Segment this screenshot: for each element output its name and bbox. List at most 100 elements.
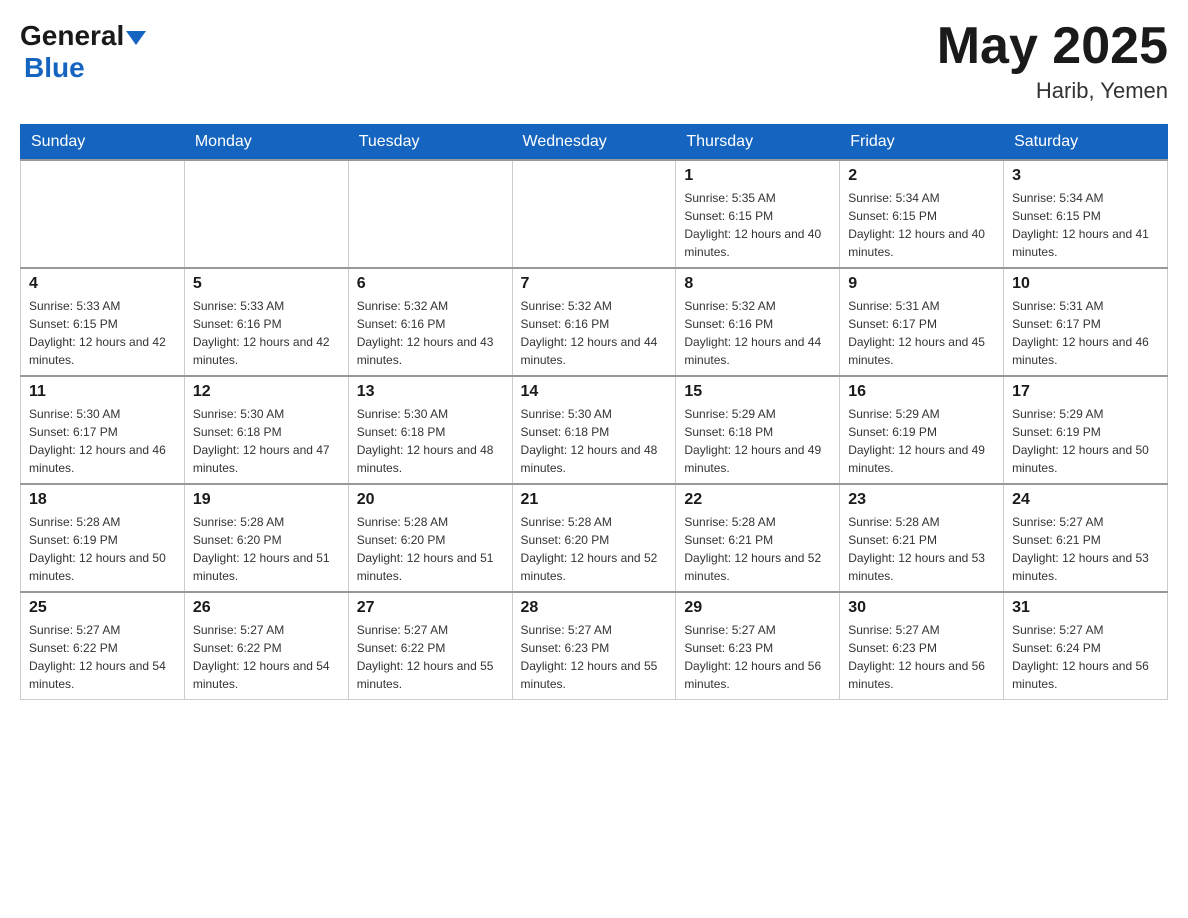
day-info: Sunrise: 5:33 AMSunset: 6:16 PMDaylight:… <box>193 297 340 369</box>
day-info: Sunrise: 5:31 AMSunset: 6:17 PMDaylight:… <box>1012 297 1159 369</box>
day-number: 21 <box>521 491 668 509</box>
calendar-cell: 10 Sunrise: 5:31 AMSunset: 6:17 PMDayligh… <box>1004 268 1168 376</box>
day-info: Sunrise: 5:34 AMSunset: 6:15 PMDaylight:… <box>1012 189 1159 261</box>
day-number: 9 <box>848 275 995 293</box>
day-number: 7 <box>521 275 668 293</box>
calendar-cell: 31 Sunrise: 5:27 AMSunset: 6:24 PMDayligh… <box>1004 592 1168 700</box>
day-of-week-header: Saturday <box>1004 125 1168 161</box>
day-number: 18 <box>29 491 176 509</box>
calendar-cell: 22 Sunrise: 5:28 AMSunset: 6:21 PMDayligh… <box>676 484 840 592</box>
month-title: May 2025 <box>937 20 1168 72</box>
calendar-cell: 20Sunrise: 5:28 AMSunset: 6:20 PMDayligh… <box>348 484 512 592</box>
calendar-cell: 5 Sunrise: 5:33 AMSunset: 6:16 PMDaylight… <box>184 268 348 376</box>
day-of-week-header: Sunday <box>21 125 185 161</box>
logo-arrow-icon <box>126 31 146 45</box>
day-number: 28 <box>521 599 668 617</box>
calendar-cell: 18 Sunrise: 5:28 AMSunset: 6:19 PMDayligh… <box>21 484 185 592</box>
day-number: 16 <box>848 383 995 401</box>
calendar-cell: 1 Sunrise: 5:35 AMSunset: 6:15 PMDaylight… <box>676 160 840 268</box>
day-number: 22 <box>684 491 831 509</box>
calendar-cell: 9 Sunrise: 5:31 AMSunset: 6:17 PMDaylight… <box>840 268 1004 376</box>
calendar-cell: 28 Sunrise: 5:27 AMSunset: 6:23 PMDayligh… <box>512 592 676 700</box>
calendar-cell: 14 Sunrise: 5:30 AMSunset: 6:18 PMDayligh… <box>512 376 676 484</box>
day-info: Sunrise: 5:30 AMSunset: 6:18 PMDaylight:… <box>357 405 504 477</box>
calendar-cell: 17 Sunrise: 5:29 AMSunset: 6:19 PMDayligh… <box>1004 376 1168 484</box>
day-info: Sunrise: 5:27 AMSunset: 6:23 PMDaylight:… <box>848 621 995 693</box>
calendar-cell: 30Sunrise: 5:27 AMSunset: 6:23 PMDayligh… <box>840 592 1004 700</box>
day-info: Sunrise: 5:27 AMSunset: 6:22 PMDaylight:… <box>29 621 176 693</box>
day-info: Sunrise: 5:27 AMSunset: 6:21 PMDaylight:… <box>1012 513 1159 585</box>
calendar-cell: 6 Sunrise: 5:32 AMSunset: 6:16 PMDaylight… <box>348 268 512 376</box>
day-number: 5 <box>193 275 340 293</box>
calendar-cell: 7 Sunrise: 5:32 AMSunset: 6:16 PMDaylight… <box>512 268 676 376</box>
day-number: 1 <box>684 167 831 185</box>
day-info: Sunrise: 5:28 AMSunset: 6:21 PMDaylight:… <box>684 513 831 585</box>
calendar-cell: 12Sunrise: 5:30 AMSunset: 6:18 PMDayligh… <box>184 376 348 484</box>
day-of-week-header: Tuesday <box>348 125 512 161</box>
day-number: 2 <box>848 167 995 185</box>
day-number: 19 <box>193 491 340 509</box>
day-number: 10 <box>1012 275 1159 293</box>
day-info: Sunrise: 5:27 AMSunset: 6:22 PMDaylight:… <box>357 621 504 693</box>
day-number: 8 <box>684 275 831 293</box>
day-info: Sunrise: 5:32 AMSunset: 6:16 PMDaylight:… <box>357 297 504 369</box>
calendar-cell <box>184 160 348 268</box>
day-number: 13 <box>357 383 504 401</box>
day-info: Sunrise: 5:28 AMSunset: 6:20 PMDaylight:… <box>193 513 340 585</box>
day-number: 11 <box>29 383 176 401</box>
calendar-cell: 19 Sunrise: 5:28 AMSunset: 6:20 PMDayligh… <box>184 484 348 592</box>
calendar-cell: 23Sunrise: 5:28 AMSunset: 6:21 PMDayligh… <box>840 484 1004 592</box>
calendar-cell: 3 Sunrise: 5:34 AMSunset: 6:15 PMDaylight… <box>1004 160 1168 268</box>
calendar-cell: 25Sunrise: 5:27 AMSunset: 6:22 PMDayligh… <box>21 592 185 700</box>
calendar-header-row: SundayMondayTuesdayWednesdayThursdayFrid… <box>21 125 1168 161</box>
day-number: 26 <box>193 599 340 617</box>
title-block: May 2025 Harib, Yemen <box>937 20 1168 104</box>
day-number: 17 <box>1012 383 1159 401</box>
day-info: Sunrise: 5:31 AMSunset: 6:17 PMDaylight:… <box>848 297 995 369</box>
calendar-cell: 21 Sunrise: 5:28 AMSunset: 6:20 PMDayligh… <box>512 484 676 592</box>
day-number: 15 <box>684 383 831 401</box>
calendar-cell <box>21 160 185 268</box>
calendar-cell: 2 Sunrise: 5:34 AMSunset: 6:15 PMDaylight… <box>840 160 1004 268</box>
logo: General Blue <box>20 20 146 84</box>
day-info: Sunrise: 5:30 AMSunset: 6:17 PMDaylight:… <box>29 405 176 477</box>
week-row: 25Sunrise: 5:27 AMSunset: 6:22 PMDayligh… <box>21 592 1168 700</box>
week-row: 1 Sunrise: 5:35 AMSunset: 6:15 PMDaylight… <box>21 160 1168 268</box>
day-number: 24 <box>1012 491 1159 509</box>
day-info: Sunrise: 5:28 AMSunset: 6:19 PMDaylight:… <box>29 513 176 585</box>
calendar-cell: 16Sunrise: 5:29 AMSunset: 6:19 PMDayligh… <box>840 376 1004 484</box>
day-info: Sunrise: 5:30 AMSunset: 6:18 PMDaylight:… <box>193 405 340 477</box>
week-row: 11 Sunrise: 5:30 AMSunset: 6:17 PMDayligh… <box>21 376 1168 484</box>
day-number: 14 <box>521 383 668 401</box>
day-info: Sunrise: 5:27 AMSunset: 6:24 PMDaylight:… <box>1012 621 1159 693</box>
calendar-cell: 13 Sunrise: 5:30 AMSunset: 6:18 PMDayligh… <box>348 376 512 484</box>
day-of-week-header: Wednesday <box>512 125 676 161</box>
logo-general-text: General <box>20 20 124 51</box>
calendar-cell: 24 Sunrise: 5:27 AMSunset: 6:21 PMDayligh… <box>1004 484 1168 592</box>
day-info: Sunrise: 5:30 AMSunset: 6:18 PMDaylight:… <box>521 405 668 477</box>
day-number: 4 <box>29 275 176 293</box>
day-info: Sunrise: 5:29 AMSunset: 6:19 PMDaylight:… <box>1012 405 1159 477</box>
day-number: 27 <box>357 599 504 617</box>
day-of-week-header: Friday <box>840 125 1004 161</box>
day-of-week-header: Monday <box>184 125 348 161</box>
day-info: Sunrise: 5:35 AMSunset: 6:15 PMDaylight:… <box>684 189 831 261</box>
day-info: Sunrise: 5:34 AMSunset: 6:15 PMDaylight:… <box>848 189 995 261</box>
day-number: 31 <box>1012 599 1159 617</box>
day-number: 29 <box>684 599 831 617</box>
day-info: Sunrise: 5:28 AMSunset: 6:20 PMDaylight:… <box>521 513 668 585</box>
day-info: Sunrise: 5:29 AMSunset: 6:18 PMDaylight:… <box>684 405 831 477</box>
day-number: 20 <box>357 491 504 509</box>
day-info: Sunrise: 5:27 AMSunset: 6:23 PMDaylight:… <box>521 621 668 693</box>
day-number: 3 <box>1012 167 1159 185</box>
calendar-cell <box>348 160 512 268</box>
day-info: Sunrise: 5:27 AMSunset: 6:23 PMDaylight:… <box>684 621 831 693</box>
calendar-cell: 8Sunrise: 5:32 AMSunset: 6:16 PMDaylight… <box>676 268 840 376</box>
day-of-week-header: Thursday <box>676 125 840 161</box>
calendar-cell: 4Sunrise: 5:33 AMSunset: 6:15 PMDaylight… <box>21 268 185 376</box>
day-info: Sunrise: 5:32 AMSunset: 6:16 PMDaylight:… <box>521 297 668 369</box>
logo-blue-text: Blue <box>24 52 85 83</box>
day-number: 6 <box>357 275 504 293</box>
calendar-cell: 26Sunrise: 5:27 AMSunset: 6:22 PMDayligh… <box>184 592 348 700</box>
calendar-cell <box>512 160 676 268</box>
